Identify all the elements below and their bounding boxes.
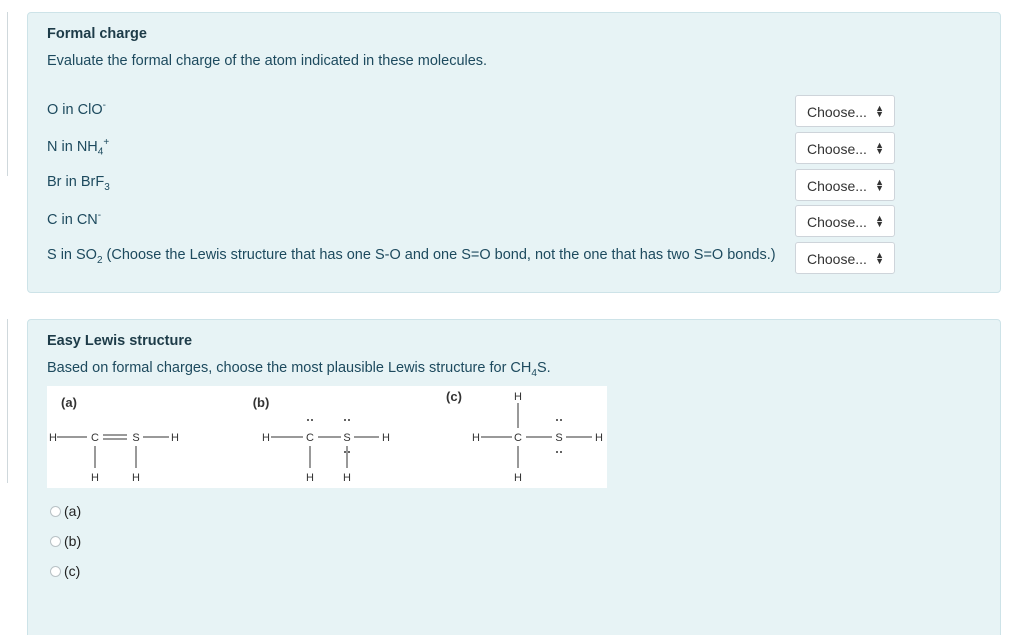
question-title: Easy Lewis structure: [47, 333, 193, 349]
left-edge-panel: [0, 319, 8, 483]
option-a[interactable]: (a): [50, 503, 81, 519]
radio-button[interactable]: [50, 535, 61, 547]
atom-label: C: [514, 432, 522, 444]
question-instruction: Based on formal charges, choose the most…: [47, 360, 551, 379]
select-arrows-icon: ▲ ▼: [875, 140, 884, 156]
structure-label-a: (a): [61, 395, 77, 410]
atom-label: C: [91, 432, 99, 444]
select-arrows-icon: ▲ ▼: [875, 177, 884, 193]
lewis-structures-image: (a) H C S H H H (b) H C S H H H (c) H H …: [47, 386, 607, 488]
option-label: (a): [64, 503, 82, 519]
atom-label: H: [49, 432, 57, 444]
formal-charge-question: Formal charge Evaluate the formal charge…: [27, 12, 1001, 293]
atom-label: H: [306, 472, 314, 484]
atom-label: H: [132, 472, 140, 484]
atom-label: H: [382, 432, 390, 444]
row-label-n-in-nh4: N in NH4+: [47, 137, 110, 158]
atom-label: C: [306, 432, 314, 444]
easy-lewis-structure-question: Easy Lewis structure Based on formal cha…: [27, 319, 1001, 635]
left-edge-panel: [0, 12, 8, 176]
atom-label: H: [171, 432, 179, 444]
select-br-in-brf3[interactable]: Choose... ▲ ▼: [795, 169, 895, 201]
select-o-in-clo[interactable]: Choose... ▲ ▼: [795, 95, 895, 127]
select-arrows-icon: ▲ ▼: [875, 250, 884, 266]
structure-label-c: (c): [446, 389, 462, 404]
atom-label: S: [343, 432, 350, 444]
option-c[interactable]: (c): [50, 563, 80, 579]
row-label-s-in-so2: S in SO2 (Choose the Lewis structure tha…: [47, 247, 776, 266]
atom-label: S: [132, 432, 139, 444]
radio-button[interactable]: [50, 505, 61, 517]
atom-label: H: [262, 432, 270, 444]
atom-label: S: [555, 432, 562, 444]
option-label: (c): [64, 563, 81, 579]
select-s-in-so2[interactable]: Choose... ▲ ▼: [795, 242, 895, 274]
radio-button[interactable]: [50, 565, 61, 577]
atom-label: H: [514, 472, 522, 484]
question-title: Formal charge: [47, 26, 147, 42]
option-b[interactable]: (b): [50, 533, 81, 549]
atom-label: H: [91, 472, 99, 484]
lewis-structures-svg: (a) H C S H H H (b) H C S H H H (c) H H …: [49, 389, 603, 484]
atom-label: H: [343, 472, 351, 484]
row-label-c-in-cn: C in CN-: [47, 210, 102, 228]
select-arrows-icon: ▲ ▼: [875, 103, 884, 119]
select-n-in-nh4[interactable]: Choose... ▲ ▼: [795, 132, 895, 164]
atom-label: H: [472, 432, 480, 444]
option-label: (b): [64, 533, 82, 549]
select-arrows-icon: ▲ ▼: [875, 213, 884, 229]
atom-label: H: [514, 391, 522, 403]
select-c-in-cn[interactable]: Choose... ▲ ▼: [795, 205, 895, 237]
row-label-o-in-clo: O in ClO-: [47, 100, 106, 118]
question-instruction: Evaluate the formal charge of the atom i…: [47, 53, 488, 69]
row-label-br-in-brf3: Br in BrF3: [47, 174, 110, 193]
atom-label: H: [595, 432, 603, 444]
structure-label-b: (b): [253, 395, 270, 410]
